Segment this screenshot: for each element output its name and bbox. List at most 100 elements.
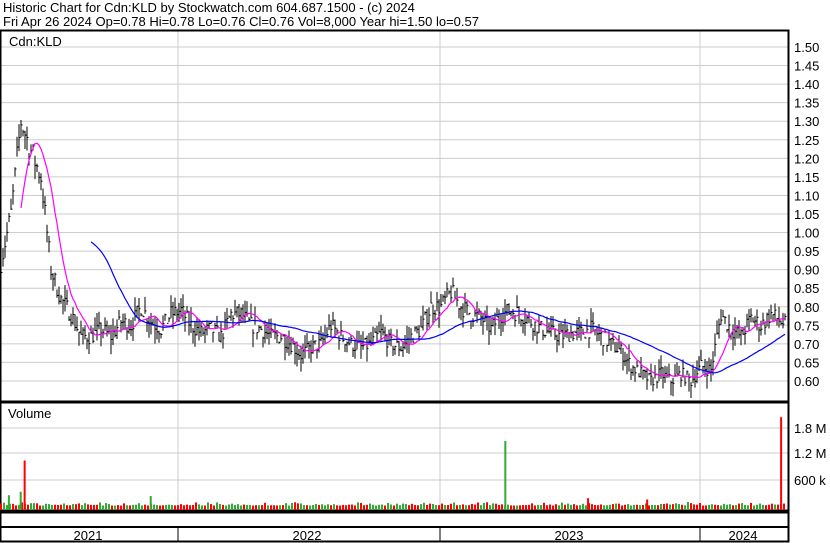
volume-bar (372, 504, 374, 510)
volume-bar (768, 504, 770, 510)
volume-bar (417, 505, 419, 510)
y-tick-label: 1.50 (794, 40, 819, 55)
volume-bar (357, 502, 359, 510)
volume-bar (81, 505, 83, 510)
short-moving-average (20, 142, 786, 378)
volume-bar (525, 505, 527, 510)
volume-bar (27, 504, 29, 510)
volume-bar (666, 503, 668, 510)
volume-bar (549, 504, 551, 510)
y-tick-label: 1.05 (794, 207, 819, 222)
y-tick-label: 0.70 (794, 337, 819, 352)
volume-bar (483, 502, 485, 510)
volume-bar (252, 505, 254, 510)
volume-bar (750, 502, 752, 510)
y-tick-label: 1.40 (794, 77, 819, 92)
volume-bar (444, 505, 446, 510)
volume-bar (183, 505, 185, 510)
y-tick-label: 0.80 (794, 300, 819, 315)
volume-bar (408, 505, 410, 510)
volume-bar (519, 505, 521, 510)
volume-bar (693, 504, 695, 510)
volume-bar (411, 503, 413, 510)
volume-bar (522, 504, 524, 510)
volume-bar (459, 505, 461, 510)
volume-bar (621, 505, 623, 510)
volume-bar (15, 505, 17, 510)
volume-bar (612, 504, 614, 510)
volume-bar (360, 502, 362, 510)
volume-bar (123, 503, 125, 510)
volume-bar (309, 505, 311, 510)
volume-bar (744, 504, 746, 510)
volume-bar (669, 504, 671, 510)
volume-bar (162, 505, 164, 510)
volume-bar (543, 502, 545, 510)
volume-bar (747, 505, 749, 510)
volume-bar (393, 505, 395, 510)
volume-bar (576, 505, 578, 510)
volume-bar (582, 503, 584, 510)
volume-bar (174, 505, 176, 510)
volume-bar (687, 502, 689, 510)
volume-bar (546, 505, 548, 510)
volume-bar (165, 505, 167, 510)
volume-bar (498, 504, 500, 510)
volume-bar (711, 504, 713, 510)
x-tick-label: 2023 (555, 528, 584, 543)
volume-bar (717, 505, 719, 510)
volume-bar (333, 504, 335, 510)
volume-bar (300, 503, 302, 510)
y-tick-label: 0.95 (794, 244, 819, 259)
volume-bar (609, 504, 611, 510)
volume-bar (387, 502, 389, 510)
volume-bar (57, 504, 59, 510)
volume-bar (102, 505, 104, 510)
volume-bar (642, 504, 644, 510)
volume-spike (23, 460, 26, 510)
volume-bar (636, 504, 638, 510)
volume-bar (690, 503, 692, 510)
volume-bar (264, 502, 266, 510)
volume-bar (207, 502, 209, 510)
volume-bar (540, 505, 542, 510)
volume-bar (537, 504, 539, 510)
volume-label: Volume (8, 406, 51, 421)
volume-bar (225, 505, 227, 510)
volume-bar (729, 504, 731, 510)
volume-bar (96, 504, 98, 510)
volume-bar (492, 503, 494, 510)
volume-bar (513, 505, 515, 510)
volume-bar (354, 505, 356, 510)
y-tick-label: 0.60 (794, 374, 819, 389)
y-tick-label: 1.00 (794, 226, 819, 241)
volume-spike (587, 498, 590, 510)
volume-bar (384, 505, 386, 510)
volume-bar (723, 503, 725, 510)
volume-bar (93, 504, 95, 510)
y-tick-label: 1.15 (794, 170, 819, 185)
volume-bar (6, 505, 8, 510)
volume-bar (330, 505, 332, 510)
volume-bar (75, 504, 77, 510)
volume-bar (60, 504, 62, 510)
volume-bar (69, 505, 71, 510)
volume-bar (447, 504, 449, 510)
volume-bar (117, 505, 119, 510)
volume-bar (114, 505, 116, 510)
volume-bar (708, 504, 710, 510)
y-tick-label: 1.20 (794, 151, 819, 166)
volume-bar (375, 505, 377, 510)
volume-bar (426, 504, 428, 510)
volume-bar (564, 504, 566, 510)
volume-bar (657, 505, 659, 510)
volume-bar (234, 504, 236, 510)
volume-bar (294, 502, 296, 510)
volume-bar (528, 504, 530, 510)
volume-tick-label: 1.2 M (794, 446, 827, 461)
volume-bar (192, 505, 194, 510)
volume-bar (633, 504, 635, 510)
volume-bar (156, 505, 158, 510)
volume-bar (501, 504, 503, 510)
volume-bar (186, 504, 188, 510)
